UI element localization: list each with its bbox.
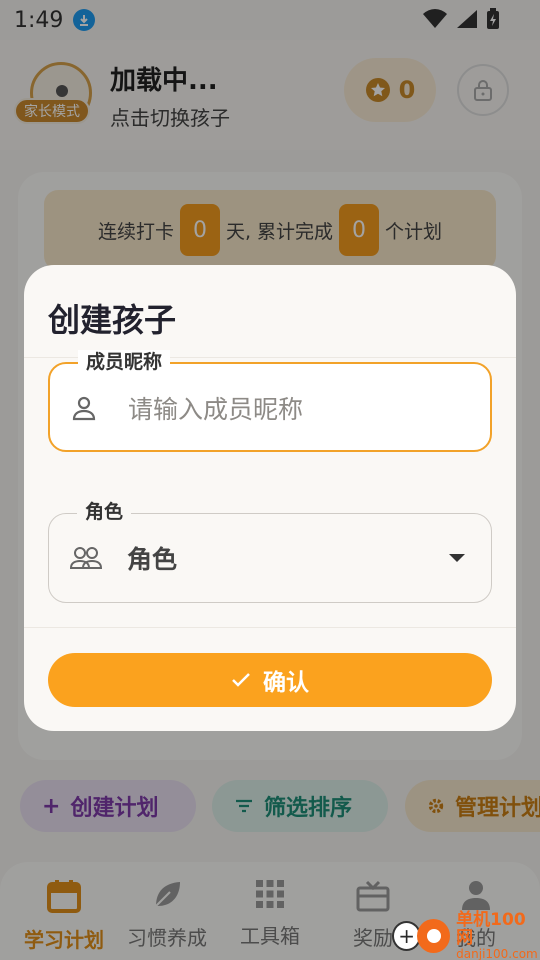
nickname-field[interactable]: 成员昵称 请输入成员昵称 xyxy=(48,350,492,452)
watermark-main: 单机100网 xyxy=(456,910,526,948)
dialog-title: 创建孩子 xyxy=(48,301,177,339)
person-outline-icon xyxy=(72,396,96,421)
role-select[interactable]: 角色 角色 xyxy=(48,500,492,603)
create-child-dialog: 创建孩子 成员昵称 请输入成员昵称 角色 角色 确认 xyxy=(24,265,516,731)
divider xyxy=(24,627,516,628)
check-icon xyxy=(232,673,250,687)
confirm-button[interactable]: 确认 xyxy=(48,653,492,707)
nickname-input[interactable]: 请输入成员昵称 xyxy=(128,390,303,426)
dropdown-arrow-icon xyxy=(449,554,465,562)
watermark-logo-icon xyxy=(417,919,451,953)
role-label: 角色 xyxy=(77,500,132,524)
group-icon xyxy=(69,547,103,569)
role-value: 角色 xyxy=(127,545,178,574)
nickname-label: 成员昵称 xyxy=(78,350,171,374)
confirm-label: 确认 xyxy=(263,670,309,696)
watermark: + 单机100网 danji100.com xyxy=(392,911,540,960)
watermark-text: 单机100网 danji100.com xyxy=(456,911,540,960)
watermark-url: danji100.com xyxy=(456,947,538,960)
